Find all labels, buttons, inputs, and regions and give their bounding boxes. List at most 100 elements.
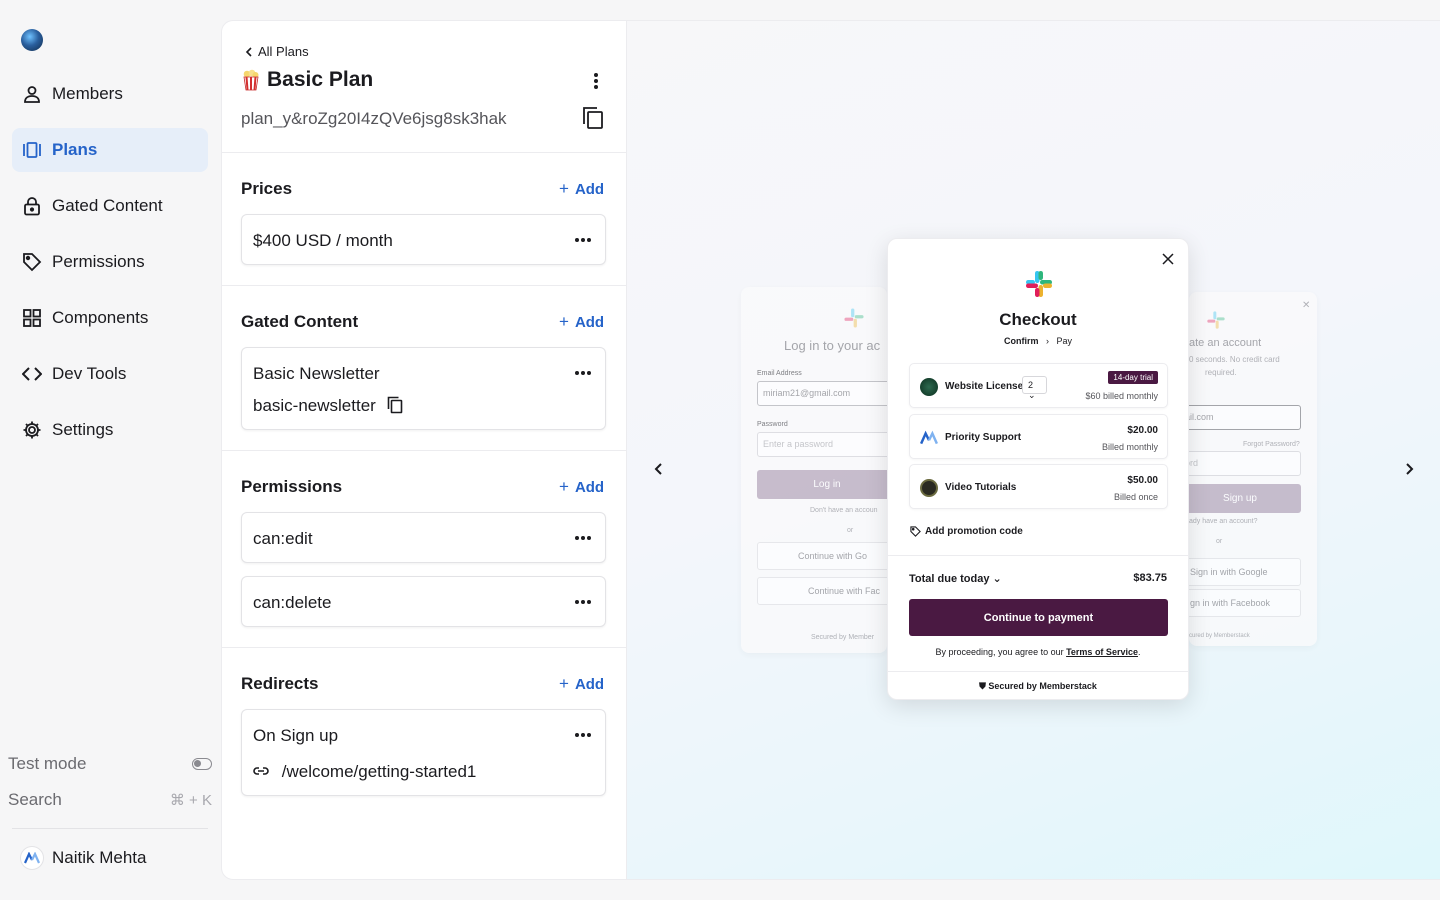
slack-logo-icon [1207,311,1225,329]
gated-content-name: Basic Newsletter [253,364,380,383]
redirect-menu-button[interactable] [571,723,595,747]
add-redirect-button[interactable]: + Add [559,674,604,694]
redirect-name: On Sign up [253,726,339,745]
add-label: Add [574,675,605,693]
price-menu-button[interactable] [571,228,595,252]
add-label: Add [574,478,605,496]
close-icon[interactable] [1162,253,1174,265]
plan-menu-button[interactable] [584,69,608,93]
copy-icon[interactable] [582,106,604,130]
search-row[interactable]: Search ⌘ + K [8,790,212,810]
sidebar-item-components[interactable]: Components [12,296,208,340]
sidebar-item-gated-content[interactable]: Gated Content [12,184,208,228]
sidebar-item-permissions[interactable]: Permissions [12,240,208,284]
password-input: Enter a password [757,432,887,457]
product-icon [920,479,938,497]
item-billing: Billed monthly [1101,442,1158,452]
gated-content-slug: basic-newsletter [253,396,376,415]
tag-icon [910,526,921,537]
permission-menu-button[interactable] [571,526,595,550]
plans-icon [23,142,41,158]
signup-subtitle-2: required. [1205,368,1237,377]
test-mode-toggle[interactable] [192,758,212,770]
terms-link[interactable]: Terms of Service [1066,647,1138,657]
add-label: Add [574,180,605,198]
back-link[interactable]: All Plans [244,44,309,59]
gated-content-menu-button[interactable] [571,361,595,385]
email-label: Email Address [757,370,802,377]
popcorn-icon [243,69,259,91]
grid-icon [23,309,41,327]
prices-title: Prices [241,179,293,198]
price-card[interactable]: $400 USD / month [241,214,606,265]
redirect-card[interactable]: On Sign up /welcome/getting-started1 [241,709,606,796]
step-pay[interactable]: Pay [1057,336,1073,346]
sidebar: Members Plans Gated Content Permissions … [0,0,220,900]
checkout-steps: Confirm › Pay [888,336,1188,346]
login-title: Log in to your ac [784,338,881,353]
continue-to-payment-button[interactable]: Continue to payment [909,599,1168,636]
product-icon [920,378,938,396]
item-name: Priority Support [945,432,1022,443]
add-price-button[interactable]: + Add [559,179,604,199]
sidebar-item-label: Plans [52,140,98,159]
sidebar-item-plans[interactable]: Plans [12,128,208,172]
sidebar-item-settings[interactable]: Settings [12,408,208,452]
permissions-title: Permissions [241,477,343,496]
item-price: $50.00 [1127,475,1158,486]
divider [888,555,1188,556]
tag-icon [23,253,42,272]
search-shortcut: ⌘ + K [169,792,212,809]
password-label: Password [757,421,788,428]
item-billing: $60 billed monthly [1085,391,1158,401]
user-icon [24,86,40,103]
checkout-title: Checkout [999,310,1077,329]
divider [222,647,627,648]
chevron-left-icon[interactable] [651,461,667,477]
secured-by: ⛊ Secured by Memberstack [979,681,1097,691]
price-value: $400 USD / month [253,231,393,250]
step-confirm[interactable]: Confirm [1004,336,1039,346]
add-gated-content-button[interactable]: + Add [559,312,604,332]
or-text: or [1216,538,1223,545]
email-input: miriam21@gmail.com [757,381,887,406]
sidebar-item-members[interactable]: Members [12,72,208,116]
user-name: Naitik Mehta [52,848,147,867]
permission-menu-button[interactable] [571,590,595,614]
plan-id: plan_y&roZg20I4zQVe6jsg8sk3hak [241,109,507,128]
plan-title: Basic Plan [267,68,374,91]
add-promotion-code[interactable]: Add promotion code [910,526,1023,537]
gated-content-card[interactable]: Basic Newsletter basic-newsletter [241,347,606,430]
item-billing: Billed once [1113,492,1158,502]
code-icon [22,367,42,381]
app-logo[interactable] [21,29,43,51]
permission-card[interactable]: can:edit [241,512,606,563]
permission-name: can:edit [253,529,313,548]
close-icon: ✕ [1302,300,1311,311]
memberstack-logo-icon [920,430,938,445]
redirect-path-row: /welcome/getting-started1 [253,762,476,782]
item-name: Video Tutorials [945,482,1017,493]
facebook-button: Continue with Fac [757,577,887,605]
gated-content-slug-row: basic-newsletter [253,396,403,416]
sidebar-item-label: Members [52,84,123,103]
no-account-text: Don't have an accoun [810,507,878,514]
chevron-right-icon[interactable] [1401,461,1417,477]
divider [222,450,627,451]
item-name: Website License [945,381,1024,392]
total-label[interactable]: Total due today ⌄ [909,572,1002,585]
user-profile[interactable]: Naitik Mehta [20,846,146,870]
add-permission-button[interactable]: + Add [559,477,604,497]
divider [222,285,627,286]
terms-text: By proceeding, you agree to our Terms of… [935,647,1141,657]
main-panel: All Plans Basic Plan plan_y&roZg20I4zQVe… [221,20,1440,880]
divider [888,671,1188,672]
signup-title: ate an account [1189,337,1262,349]
sidebar-item-label: Settings [52,420,114,439]
quantity-select[interactable]: 2 ⌄ [1022,376,1047,400]
email-input: ail.com [1189,405,1301,430]
copy-icon[interactable] [387,396,403,414]
sidebar-item-dev-tools[interactable]: Dev Tools [12,352,208,396]
avatar [20,846,44,870]
permission-card[interactable]: can:delete [241,576,606,627]
